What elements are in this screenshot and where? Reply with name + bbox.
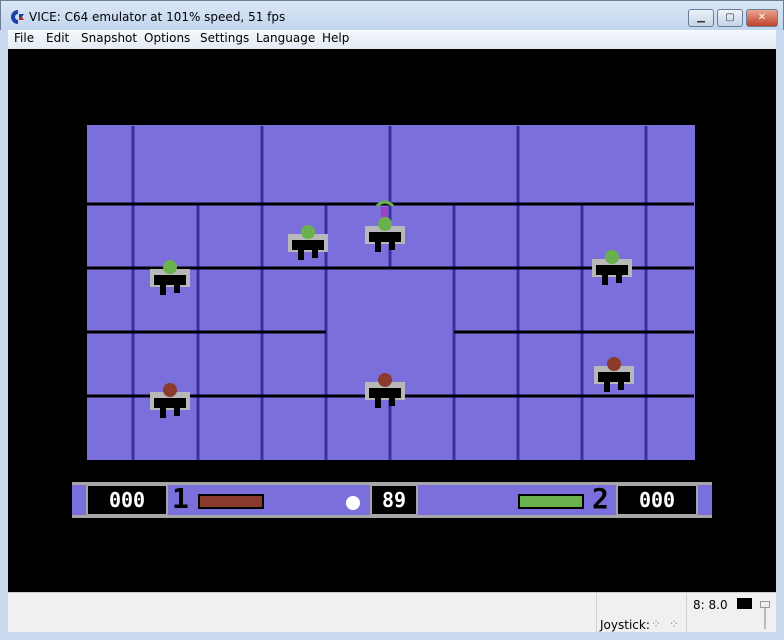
player-helmet bbox=[378, 373, 392, 387]
drive-led bbox=[737, 598, 752, 609]
player-body bbox=[154, 398, 186, 408]
player2-score: 000 bbox=[616, 484, 698, 516]
player-leg bbox=[298, 250, 304, 260]
menu-help[interactable]: Help bbox=[322, 31, 349, 45]
player-helmet bbox=[605, 250, 619, 264]
menu-language[interactable]: Language bbox=[256, 31, 315, 45]
player-leg bbox=[174, 285, 180, 293]
window-title: VICE: C64 emulator at 101% speed, 51 fps bbox=[29, 10, 286, 24]
player1-label: 1 bbox=[172, 482, 189, 515]
status-separator bbox=[596, 593, 597, 633]
menu-file[interactable]: File bbox=[14, 31, 34, 45]
player-helmet bbox=[163, 383, 177, 397]
hud-bar: 000 1 89 2 000 bbox=[72, 480, 712, 522]
player-body bbox=[369, 388, 401, 398]
player-body bbox=[598, 372, 630, 382]
close-button[interactable]: ✕ bbox=[746, 9, 778, 27]
drive-status: 8: 8.0 bbox=[693, 598, 728, 612]
player2-energy-bar bbox=[518, 494, 584, 509]
player-leg bbox=[602, 275, 608, 285]
player-body bbox=[154, 275, 186, 285]
player-leg bbox=[389, 242, 395, 250]
player1-energy-bar bbox=[198, 494, 264, 509]
maximize-button[interactable]: ▢ bbox=[717, 9, 743, 27]
player-body bbox=[292, 240, 324, 250]
match-timer: 89 bbox=[370, 484, 418, 516]
player-helmet bbox=[163, 260, 177, 274]
joystick-label: Joystick: bbox=[600, 618, 650, 632]
menu-settings[interactable]: Settings bbox=[200, 31, 249, 45]
menu-snapshot[interactable]: Snapshot bbox=[81, 31, 137, 45]
player-leg bbox=[375, 242, 381, 252]
volume-slider[interactable] bbox=[760, 601, 770, 629]
status-bar: Joystick: ⁘ ⁘ 8: 8.0 bbox=[8, 592, 776, 633]
status-separator bbox=[686, 593, 687, 633]
player-leg bbox=[160, 285, 166, 295]
player-leg bbox=[312, 250, 318, 258]
player-body bbox=[596, 265, 628, 275]
player-helmet bbox=[301, 225, 315, 239]
menu-edit[interactable]: Edit bbox=[46, 31, 69, 45]
player-leg bbox=[174, 408, 180, 416]
player-leg bbox=[389, 398, 395, 406]
active-player-marker bbox=[381, 207, 388, 217]
minimize-button[interactable]: ▁ bbox=[688, 9, 714, 27]
commodore-logo-icon bbox=[11, 10, 24, 24]
player-leg bbox=[616, 275, 622, 283]
player-helmet bbox=[378, 217, 392, 231]
player2-label: 2 bbox=[592, 482, 609, 515]
player-leg bbox=[604, 382, 610, 392]
player1-score: 000 bbox=[86, 484, 168, 516]
player-body bbox=[369, 232, 401, 242]
player-helmet bbox=[607, 357, 621, 371]
menu-options[interactable]: Options bbox=[144, 31, 190, 45]
player-leg bbox=[618, 382, 624, 390]
emulator-screen[interactable]: 000 1 89 2 000 bbox=[8, 49, 776, 592]
joystick-indicator-icon: ⁘ ⁘ bbox=[651, 617, 681, 631]
player-leg bbox=[375, 398, 381, 408]
player-leg bbox=[160, 408, 166, 418]
menu-bar: File Edit Snapshot Options Settings Lang… bbox=[8, 30, 776, 49]
title-bar: VICE: C64 emulator at 101% speed, 51 fps… bbox=[0, 0, 784, 30]
ball-icon bbox=[346, 496, 360, 510]
